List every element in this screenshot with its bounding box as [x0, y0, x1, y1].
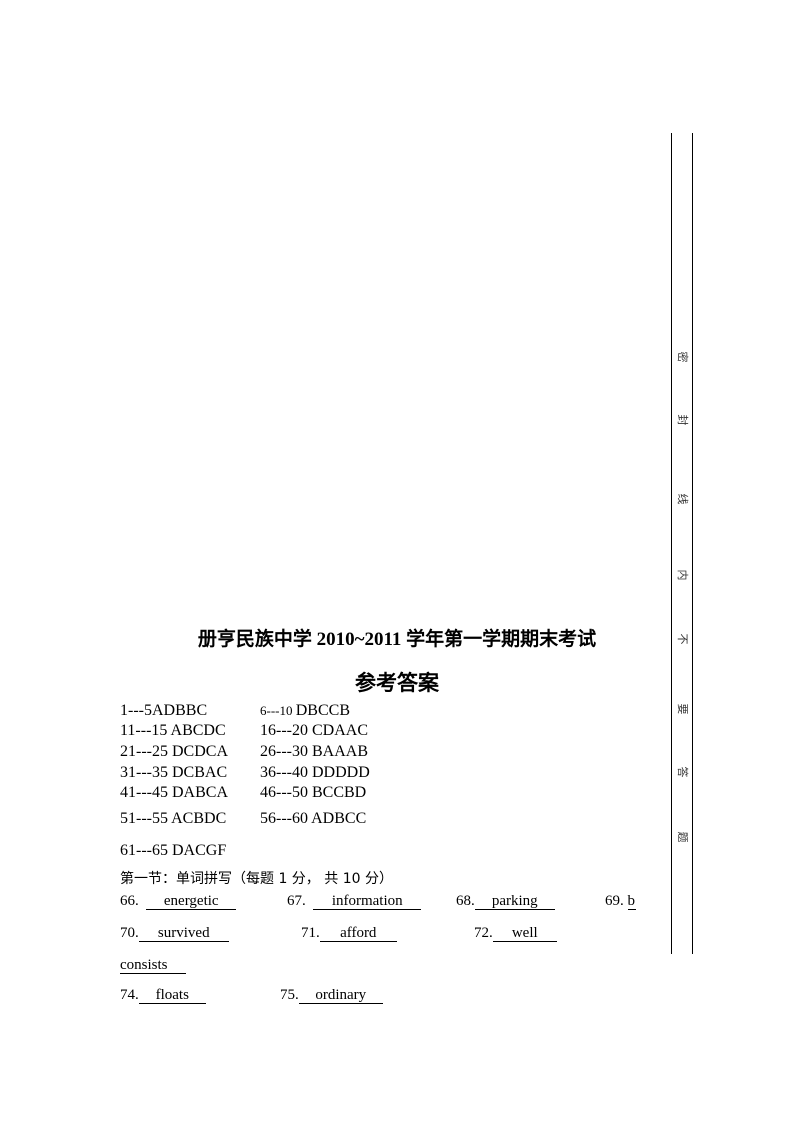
spelling-item: 75. ordinary	[280, 987, 383, 1004]
item-number: 74.	[120, 987, 139, 1003]
answer-blank: information	[313, 893, 422, 910]
spelling-item: 67. information	[287, 893, 422, 910]
seal-char: 封	[676, 414, 689, 426]
answer-blank: well	[492, 925, 557, 942]
answer-blank: floats	[138, 987, 206, 1004]
spelling-item: 66. energetic	[120, 893, 237, 910]
item-number: 71.	[301, 925, 320, 941]
answer-blank: consists	[120, 957, 186, 974]
seal-char: 内	[676, 569, 689, 581]
item-number: 69.	[605, 893, 624, 909]
item-number: 66.	[120, 893, 139, 909]
spelling-item: 69. b	[605, 893, 636, 910]
seal-char: 要	[676, 703, 689, 715]
spelling-area: 66. energetic 67. information 68. parking…	[0, 0, 636, 1123]
seal-line-left	[671, 133, 672, 954]
spelling-item: consists	[120, 957, 186, 974]
answer-blank: ordinary	[298, 987, 383, 1004]
spelling-item: 72. well	[474, 925, 557, 942]
answer-blank: parking	[474, 893, 555, 910]
item-number: 68.	[456, 893, 475, 909]
seal-char: 密	[676, 351, 689, 363]
seal-char: 题	[676, 831, 689, 843]
item-number: 72.	[474, 925, 493, 941]
item-number: 75.	[280, 987, 299, 1003]
answer-blank: afford	[319, 925, 397, 942]
spelling-item: 70. survived	[120, 925, 229, 942]
spelling-item: 71. afford	[301, 925, 397, 942]
seal-line-right	[692, 133, 693, 954]
answer-blank: energetic	[146, 893, 237, 910]
seal-char: 答	[676, 766, 689, 778]
item-number: 67.	[287, 893, 306, 909]
spelling-item: 74. floats	[120, 987, 206, 1004]
answer-blank: survived	[138, 925, 229, 942]
answer-blank: b	[627, 893, 636, 910]
item-number: 70.	[120, 925, 139, 941]
spelling-item: 68. parking	[456, 893, 555, 910]
seal-char: 线	[676, 493, 689, 505]
